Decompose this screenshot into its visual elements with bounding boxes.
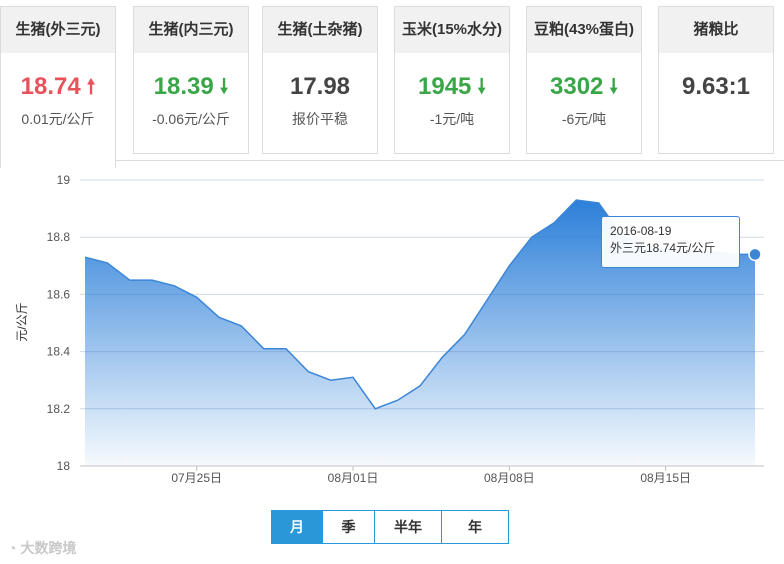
card-soymeal[interactable]: 豆粕(43%蛋白) 3302 🠗 -6元/吨 (526, 6, 642, 154)
range-year-button[interactable]: 年 (441, 510, 509, 544)
card-title: 猪粮比 (659, 7, 773, 53)
x-tick-label: 08月08日 (484, 471, 535, 485)
x-tick-label: 07月25日 (171, 471, 222, 485)
card-price: 1945 🠗 (418, 73, 486, 100)
card-delta: 0.01元/公斤 (21, 111, 95, 127)
card-price: 18.74 🠕 (20, 73, 96, 100)
y-tick-label: 18.4 (47, 345, 71, 359)
watermark-text: 大数跨境 (20, 540, 77, 556)
y-tick-label: 18.6 (47, 287, 71, 301)
arrow-down-icon: 🠗 (609, 76, 618, 98)
price-cards: 生猪(外三元) 18.74 🠕 0.01元/公斤 生猪(内三元) 18.39 🠗 -… (0, 0, 784, 168)
range-month-button[interactable]: 月 (271, 510, 323, 544)
range-quarter-button[interactable]: 季 (322, 510, 375, 544)
card-price: 17.98 (289, 73, 351, 100)
range-selector: 月 季 半年 年 (271, 510, 509, 544)
chart-tooltip: 2016-08-19 外三元18.74元/公斤 (601, 216, 740, 268)
card-title: 生猪(外三元) (1, 7, 115, 53)
y-tick-label: 18 (57, 459, 71, 473)
arrow-down-icon: 🠗 (477, 76, 486, 98)
card-delta: -0.06元/公斤 (152, 111, 230, 127)
card-title: 生猪(内三元) (134, 7, 248, 53)
card-price: 3302 🠗 (550, 73, 618, 100)
card-title: 生猪(土杂猪) (263, 7, 377, 53)
watermark-logo: ◔ 大数跨境 (8, 538, 76, 558)
hover-point[interactable] (748, 247, 762, 262)
x-tick-label: 08月01日 (328, 471, 379, 485)
card-pig-grain-ratio[interactable]: 猪粮比 9.63:1 (658, 6, 774, 154)
y-tick-label: 18.8 (47, 230, 71, 244)
card-pig-local[interactable]: 生猪(土杂猪) 17.98 报价平稳 (262, 6, 378, 154)
card-delta: 报价平稳 (292, 111, 348, 127)
y-axis-label: 元/公斤 (15, 302, 29, 341)
tooltip-value: 外三元18.74元/公斤 (610, 241, 716, 255)
card-delta: -1元/吨 (429, 111, 475, 127)
tooltip-date: 2016-08-19 (610, 224, 672, 238)
y-tick-label: 18.2 (47, 402, 71, 416)
card-title: 豆粕(43%蛋白) (527, 7, 641, 53)
price-chart: 18 18.2 18.4 18.6 18.8 19 07月25日 08月01日 08月08日 08… (15, 173, 764, 485)
logo-icon: ◔ (8, 540, 17, 556)
card-pig-inner[interactable]: 生猪(内三元) 18.39 🠗 -0.06元/公斤 (133, 6, 249, 154)
arrow-down-icon: 🠗 (219, 76, 229, 98)
card-corn[interactable]: 玉米(15%水分) 1945 🠗 -1元/吨 (394, 6, 510, 154)
card-delta: -6元/吨 (561, 111, 607, 127)
card-price: 18.39 🠗 (153, 73, 229, 100)
y-tick-label: 19 (57, 173, 71, 187)
x-tick-label: 08月15日 (640, 471, 691, 485)
card-price: 9.63:1 (681, 73, 751, 100)
card-pig-outer[interactable]: 生猪(外三元) 18.74 🠕 0.01元/公斤 (0, 6, 116, 168)
card-title: 玉米(15%水分) (395, 7, 509, 53)
arrow-up-icon: 🠕 (86, 76, 96, 98)
range-halfyear-button[interactable]: 半年 (374, 510, 442, 544)
